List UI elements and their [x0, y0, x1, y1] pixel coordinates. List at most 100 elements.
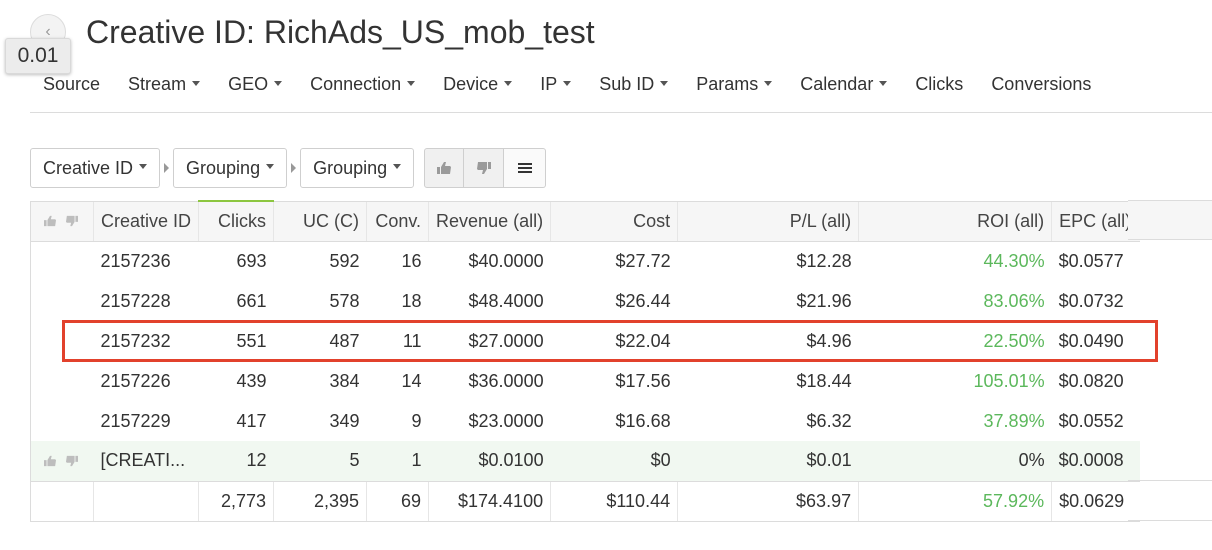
thumbs-up-icon	[437, 162, 452, 174]
roi-cell: 83.06%	[858, 281, 1052, 321]
table-totals-filler	[1128, 480, 1212, 521]
uc-cell: 349	[273, 401, 367, 441]
rating-cell	[30, 321, 94, 361]
caret-down-icon	[764, 80, 773, 86]
clicks-cell: 417	[198, 401, 274, 441]
nav-params[interactable]: Params	[696, 74, 773, 95]
table-row[interactable]: [CREATI... 12 5 1 $0.0100 $0 $0.01 0% $0…	[30, 441, 1140, 481]
cost-cell: $26.44	[550, 281, 678, 321]
caret-down-icon	[266, 163, 275, 169]
nav-sub-id[interactable]: Sub ID	[599, 74, 669, 95]
conv-cell: 11	[366, 321, 429, 361]
totals-clicks-cell: 2,773	[198, 480, 274, 522]
caret-down-icon	[139, 163, 148, 169]
uc-cell: 578	[273, 281, 367, 321]
group-by-dropdown-1[interactable]: Creative ID	[30, 148, 161, 188]
roi-cell: 0%	[858, 441, 1052, 481]
cost-cell: $16.68	[550, 401, 678, 441]
roi-cell: 22.50%	[858, 321, 1052, 361]
cost-cell: $0	[550, 441, 678, 481]
nav-conversions[interactable]: Conversions	[991, 74, 1091, 95]
creative-id-cell[interactable]: 2157229	[93, 401, 199, 441]
nav-stream[interactable]: Stream	[128, 74, 201, 95]
nav-source[interactable]: Source	[43, 74, 100, 95]
revenue-cell: $36.0000	[428, 361, 551, 401]
uc-cell: 487	[273, 321, 367, 361]
rating-cell	[30, 361, 94, 401]
thumbs-up-button[interactable]	[424, 148, 465, 188]
conv-cell: 18	[366, 281, 429, 321]
epc-cell: $0.0008	[1051, 441, 1140, 481]
columns-menu-button[interactable]	[504, 148, 547, 188]
column-header-roi[interactable]: ROI (all)	[858, 200, 1052, 242]
column-header-uc[interactable]: UC (C)	[273, 200, 367, 242]
thumbs-up-icon[interactable]	[43, 455, 57, 467]
caret-down-icon	[660, 80, 669, 86]
nav-calendar[interactable]: Calendar	[800, 74, 888, 95]
rating-cell	[30, 441, 94, 481]
nav-geo[interactable]: GEO	[228, 74, 283, 95]
column-header-cost[interactable]: Cost	[550, 200, 678, 242]
creative-id-cell[interactable]: 2157232	[93, 321, 199, 361]
totals-label-cell	[92, 480, 199, 522]
table-header-filler	[1128, 200, 1212, 240]
chevron-right-icon	[160, 163, 173, 173]
nav-clicks[interactable]: Clicks	[915, 74, 963, 95]
column-header-revenue[interactable]: Revenue (all)	[428, 200, 551, 242]
thumbs-down-icon	[476, 162, 491, 174]
revenue-cell: $27.0000	[428, 321, 551, 361]
table-row[interactable]: 2157228 661 578 18 $48.4000 $26.44 $21.9…	[30, 281, 1140, 321]
grouping-toolbar: Creative ID Grouping Grouping	[30, 148, 547, 188]
thumbs-down-button[interactable]	[464, 148, 505, 188]
caret-down-icon	[192, 80, 201, 86]
nav-connection[interactable]: Connection	[310, 74, 416, 95]
header-rating-cell	[30, 200, 94, 242]
column-header-creative-id[interactable]: Creative ID	[92, 200, 199, 242]
column-header-conv[interactable]: Conv.	[366, 200, 429, 242]
creative-id-cell[interactable]: 2157236	[93, 241, 199, 281]
column-header-clicks[interactable]: Clicks	[198, 200, 274, 242]
table-row-highlighted[interactable]: 2157232 551 487 11 $27.0000 $22.04 $4.96…	[30, 321, 1140, 361]
nav-device[interactable]: Device	[443, 74, 513, 95]
group-by-dropdown-3[interactable]: Grouping	[300, 148, 415, 188]
table-row[interactable]: 2157229 417 349 9 $23.0000 $16.68 $6.32 …	[30, 401, 1140, 441]
epc-cell: $0.0732	[1051, 281, 1140, 321]
chevron-right-icon	[287, 163, 300, 173]
thumbs-down-icon[interactable]	[65, 215, 79, 227]
thumbs-up-icon[interactable]	[43, 215, 57, 227]
totals-uc-cell: 2,395	[273, 480, 367, 522]
caret-down-icon	[563, 80, 572, 86]
roi-cell: 105.01%	[858, 361, 1052, 401]
table-row[interactable]: 2157226 439 384 14 $36.0000 $17.56 $18.4…	[30, 361, 1140, 401]
revenue-cell: $48.4000	[428, 281, 551, 321]
thumbs-down-icon[interactable]	[65, 455, 79, 467]
totals-roi-cell: 57.92%	[858, 480, 1052, 522]
table-row[interactable]: 2157236 693 592 16 $40.0000 $27.72 $12.2…	[30, 241, 1140, 281]
revenue-cell: $40.0000	[428, 241, 551, 281]
column-header-epc[interactable]: EPC (all)	[1051, 200, 1140, 242]
totals-conv-cell: 69	[366, 480, 429, 522]
creative-id-cell[interactable]: 2157226	[93, 361, 199, 401]
page-title: Creative ID: RichAds_US_mob_test	[86, 14, 595, 50]
report-nav: Source Stream GEO Connection Device IP S…	[43, 74, 1091, 95]
conv-cell: 9	[366, 401, 429, 441]
epc-cell: $0.0490	[1051, 321, 1140, 361]
caret-down-icon	[504, 80, 513, 86]
nav-ip[interactable]: IP	[540, 74, 572, 95]
uc-cell: 5	[273, 441, 367, 481]
pl-cell: $4.96	[677, 321, 859, 361]
nav-divider	[30, 112, 1212, 113]
caret-down-icon	[274, 80, 283, 86]
cost-cell: $22.04	[550, 321, 678, 361]
column-header-pl[interactable]: P/L (all)	[677, 200, 859, 242]
group-by-dropdown-2[interactable]: Grouping	[173, 148, 288, 188]
pl-cell: $6.32	[677, 401, 859, 441]
revenue-cell: $0.0100	[428, 441, 551, 481]
uc-cell: 592	[273, 241, 367, 281]
creative-id-cell[interactable]: 2157228	[93, 281, 199, 321]
caret-down-icon	[393, 163, 402, 169]
epc-cell: $0.0552	[1051, 401, 1140, 441]
totals-epc-cell: $0.0629	[1051, 480, 1140, 522]
clicks-cell: 693	[198, 241, 274, 281]
creative-id-cell[interactable]: [CREATI...	[93, 441, 199, 481]
